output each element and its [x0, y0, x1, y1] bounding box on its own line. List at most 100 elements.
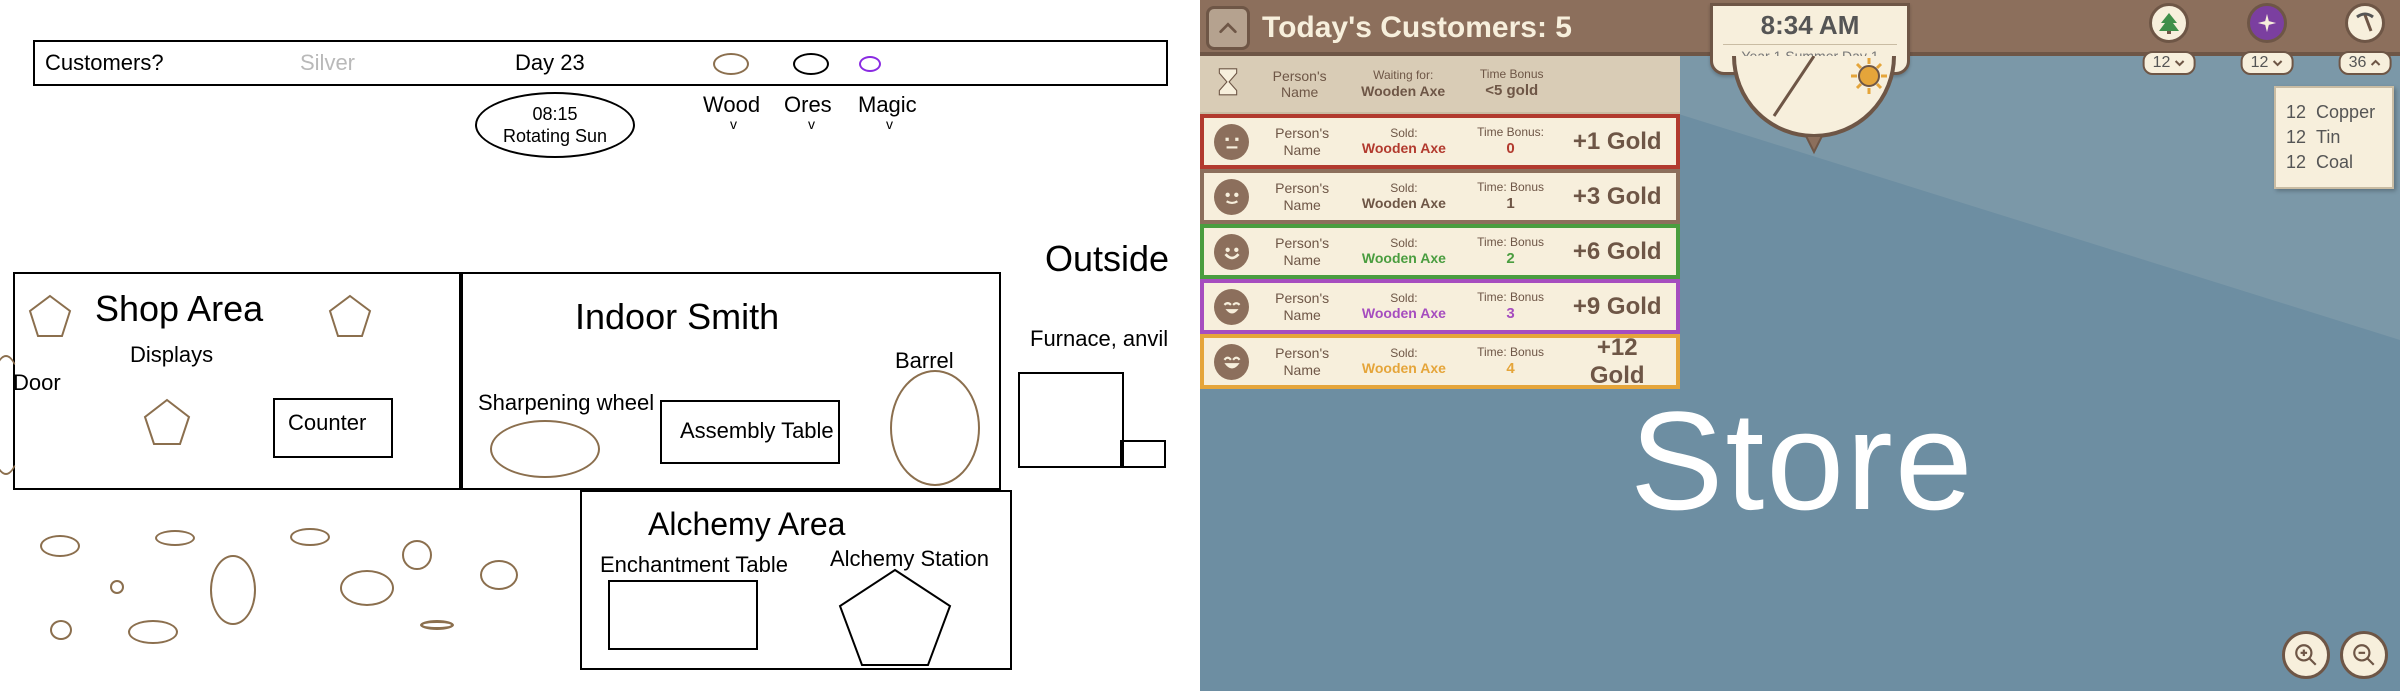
customer-row[interactable]: Person'sName Sold:Wooden Axe Time: Bonus2 +…: [1200, 224, 1680, 279]
face-icon: [1214, 289, 1249, 325]
clock-time: 08:15: [477, 104, 633, 126]
zoom-controls: [2282, 631, 2388, 679]
pickaxe-icon: [2353, 11, 2377, 35]
customer-name: Person'sName: [1263, 180, 1341, 212]
time-bonus: Time: Bonus1: [1467, 181, 1555, 212]
customer-row[interactable]: Person'sNameSold:Wooden AxeTime: Bonus3+…: [1200, 279, 1680, 334]
zoom-in-icon: [2293, 642, 2319, 668]
clock-oval: 08:15 Rotating Sun: [475, 92, 635, 158]
magic-pill-icon: [859, 56, 881, 72]
customer-row[interactable]: Person'sNameSold:Wooden AxeTime: Bonus4+…: [1200, 334, 1680, 389]
customer-row[interactable]: Person'sNameWaiting for:Wooden AxeTime B…: [1200, 56, 1680, 114]
barrel-icon: [890, 370, 980, 486]
sundial-widget: [1714, 56, 1914, 166]
customer-name: Person'sName: [1263, 345, 1341, 377]
customer-row[interactable]: Person'sName Sold:Wooden Axe Time Bonus:0 +…: [1200, 114, 1680, 169]
oval-decor: [290, 528, 330, 546]
face-icon: [1214, 234, 1249, 270]
pentagon-icon: [330, 296, 370, 336]
customer-name: Person'sName: [1263, 290, 1341, 322]
ore-tooltip: 12Copper 12Tin 12Coal: [2274, 86, 2394, 189]
customer-item: Sold:Wooden Axe: [1355, 237, 1453, 267]
customer-row[interactable]: Person'sName Sold:Wooden Axe Time: Bonus1 +…: [1200, 169, 1680, 224]
collapse-customers-button[interactable]: [1206, 6, 1250, 50]
customer-rows: Person'sNameWaiting for:Wooden AxeTime B…: [1200, 56, 1680, 389]
clock-sun-label: Rotating Sun: [477, 126, 633, 148]
furnace-label: Furnace, anvil: [1030, 326, 1168, 352]
oval-decor: [110, 580, 124, 594]
assembly-label: Assembly Table: [680, 418, 834, 444]
ores-pill-icon: [793, 53, 829, 75]
customers-label: Customers?: [45, 50, 164, 76]
gold-reward: +1 Gold: [1568, 128, 1666, 156]
oval-decor: [40, 535, 80, 557]
anvil-box: [1120, 440, 1166, 468]
zoom-in-button[interactable]: [2282, 631, 2330, 679]
sparkle-icon: [2256, 12, 2278, 34]
customer-name: Person'sName: [1263, 235, 1341, 267]
game-mock-panel: Today's Customers: 5 8:34 AM Year 1 Summ…: [1200, 0, 2400, 691]
tree-icon: [2157, 11, 2181, 35]
sketch-topbar: Customers? Silver Day 23: [33, 40, 1168, 86]
customer-item: Sold:Wooden Axe: [1355, 182, 1453, 212]
pentagon-icon: [145, 400, 189, 444]
pentagon-icon: [30, 296, 70, 336]
design-sketch-panel: Customers? Silver Day 23 Wood Ores Magic…: [0, 0, 1200, 691]
oval-decor: [50, 620, 72, 640]
shop-area-title: Shop Area: [95, 288, 263, 330]
v-mark: v: [808, 116, 815, 132]
face-icon: [1210, 66, 1246, 102]
wood-badge[interactable]: 12: [2142, 3, 2196, 57]
oval-decor: [210, 555, 256, 625]
enchant-label: Enchantment Table: [600, 552, 788, 578]
pointer-icon: [1806, 136, 1822, 152]
oval-decor: [155, 530, 195, 546]
zoom-out-icon: [2351, 642, 2377, 668]
magic-label: Magic: [858, 92, 917, 118]
silver-label: Silver: [300, 50, 355, 76]
outside-title: Outside: [1045, 238, 1169, 280]
sharp-label: Sharpening wheel: [478, 390, 654, 416]
ore-row: 12Tin: [2286, 127, 2382, 148]
oval-decor: [480, 560, 518, 590]
counter-label: Counter: [288, 410, 366, 436]
customer-name: Person'sName: [1263, 125, 1341, 157]
oval-decor: [340, 570, 394, 606]
time-bonus: Time: Bonus4: [1467, 346, 1555, 377]
time-bonus: Time: Bonus3: [1467, 291, 1555, 322]
chevron-down-icon: [2271, 57, 2283, 69]
clock-time: 8:34 AM: [1713, 10, 1907, 41]
station-label: Alchemy Station: [830, 546, 989, 572]
gold-reward: +9 Gold: [1568, 293, 1666, 321]
zoom-out-button[interactable]: [2340, 631, 2388, 679]
store-title: Store: [1630, 380, 1975, 542]
enchant-box: [608, 580, 758, 650]
customer-item: Sold:Wooden Axe: [1355, 347, 1453, 377]
oval-decor: [420, 620, 454, 630]
wood-pill-icon: [713, 53, 749, 75]
magic-count: 12: [2251, 54, 2269, 72]
time-bonus: Time: Bonus2: [1467, 236, 1555, 267]
time-bonus: Time Bonus<5 gold: [1467, 68, 1557, 99]
customer-item: Sold:Wooden Axe: [1355, 127, 1453, 157]
chevron-up-icon: [1217, 17, 1239, 39]
station-pentagon-icon: [840, 570, 950, 665]
day-label: Day 23: [515, 50, 585, 76]
magic-badge[interactable]: 12: [2240, 3, 2294, 57]
ore-badge[interactable]: 36: [2338, 3, 2392, 57]
gold-reward: +6 Gold: [1568, 238, 1666, 266]
face-icon: [1214, 124, 1249, 160]
time-bonus: Time Bonus:0: [1467, 126, 1555, 157]
displays-label: Displays: [130, 342, 213, 368]
chevron-down-icon: [2173, 57, 2185, 69]
ore-row: 12Coal: [2286, 152, 2382, 173]
gold-reward: +3 Gold: [1568, 183, 1666, 211]
oval-decor: [402, 540, 432, 570]
ore-count: 36: [2349, 54, 2367, 72]
ore-row: 12Copper: [2286, 102, 2382, 123]
v-mark: v: [730, 116, 737, 132]
ores-label: Ores: [784, 92, 832, 118]
sharp-wheel-icon: [490, 420, 600, 478]
customers-header: Today's Customers: 5: [1262, 0, 1572, 56]
chevron-up-icon: [2369, 57, 2381, 69]
